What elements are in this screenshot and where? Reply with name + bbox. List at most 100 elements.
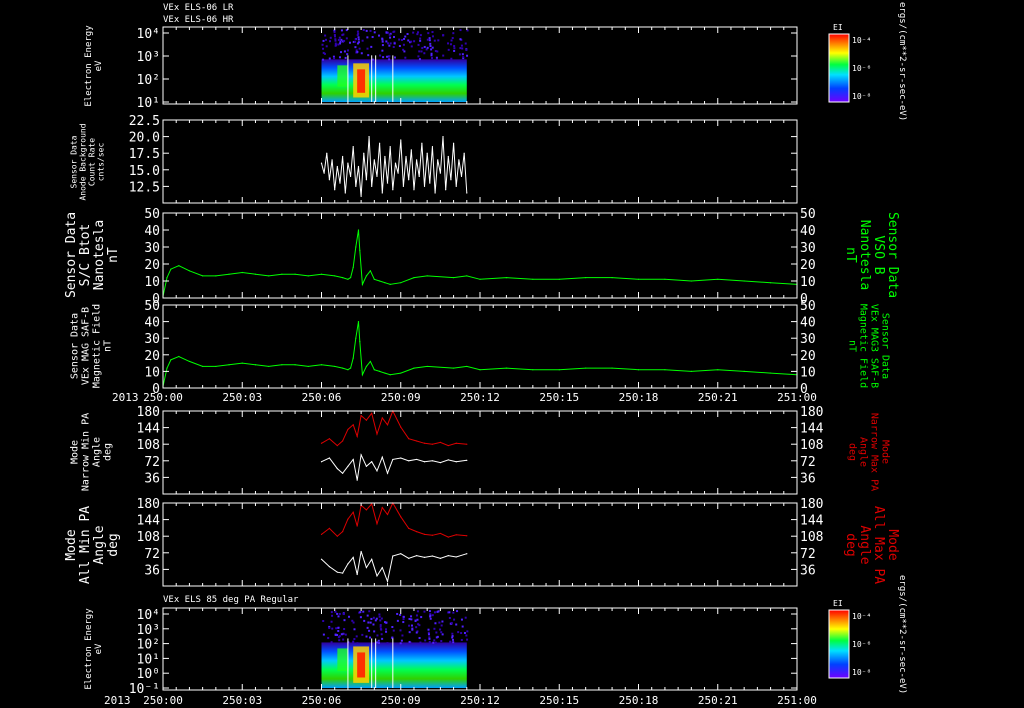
series-point-p6-1-6 xyxy=(356,573,358,576)
series-point-p3-0-32 xyxy=(426,275,428,277)
series-point-p4-0-7 xyxy=(228,364,230,366)
series-point-p2-0-42 xyxy=(431,145,434,148)
series-point-p4-0-42 xyxy=(664,369,666,371)
heatmap-speck-p7-65 xyxy=(448,611,451,614)
heatmap-speck-p1-6 xyxy=(402,43,405,46)
series-point-p6-1-14 xyxy=(400,553,402,555)
series-point-p2-0-47 xyxy=(445,189,447,191)
series-point-p2-0-44 xyxy=(437,159,439,161)
heatmap-speck-p1-67 xyxy=(398,38,401,41)
heatmap-speck-p7-129 xyxy=(330,611,333,614)
series-point-p4-0-20 xyxy=(355,337,357,339)
panel-frame-p5 xyxy=(162,410,798,495)
heatmap-speck-p1-158 xyxy=(334,44,337,47)
y-tick-label-right-p3-2: 30 xyxy=(800,241,816,256)
series-point-p6-0-20 xyxy=(447,536,449,538)
series-point-p5-0-2 xyxy=(336,444,338,447)
heatmap-speck-p7-109 xyxy=(436,635,439,638)
heatmap-speck-p7-62 xyxy=(463,631,466,634)
series-point-p3-0-22 xyxy=(359,249,361,251)
series-point-p2-0-31 xyxy=(402,185,404,187)
series-point-p4-0-36 xyxy=(505,367,508,369)
series-point-p6-0-5 xyxy=(352,511,354,513)
series-point-p4-0-11 xyxy=(281,364,283,366)
series-point-p3-0-19 xyxy=(352,266,354,268)
series-point-p5-0-1 xyxy=(328,438,331,440)
series-point-p6-1-7 xyxy=(360,550,362,553)
y-tick-label-p7-4: 10⁰ xyxy=(137,667,160,682)
heatmap-speck-p1-107 xyxy=(417,43,420,46)
heatmap-speck-p7-50 xyxy=(423,610,426,613)
heatmap-speck-p1-41 xyxy=(392,30,395,33)
series-point-p4-0-14 xyxy=(320,364,323,366)
heatmap-speck-p1-82 xyxy=(371,36,374,39)
heatmap-speck-p7-149 xyxy=(380,617,383,620)
heatmap-speck-p1-73 xyxy=(382,56,385,59)
series-point-p4-0-41 xyxy=(637,369,640,371)
series-point-p6-1-15 xyxy=(408,557,410,559)
time-tick-bottom-7: 250:21 xyxy=(698,694,738,707)
series-point-p2-0-14 xyxy=(357,165,360,168)
heatmap-speck-p7-141 xyxy=(415,631,418,634)
series-point-p3-0-13 xyxy=(307,275,309,277)
heatmap-speck-p1-153 xyxy=(447,48,450,51)
ylabel-p4-2: Magnetic Field xyxy=(92,304,103,388)
series-point-p4-0-28 xyxy=(384,372,386,374)
y-tick-label-p4-2: 30 xyxy=(144,332,160,347)
panel-frame-p4 xyxy=(162,304,798,389)
y-tick-label-right-p5-3: 72 xyxy=(800,455,816,470)
series-line-p6-1 xyxy=(321,551,467,584)
heatmap-speck-p1-165 xyxy=(346,49,349,52)
heatmap-speck-p7-49 xyxy=(335,627,338,630)
series-point-p2-0-17 xyxy=(365,179,368,181)
series-point-p2-0-3 xyxy=(328,179,331,181)
heatmap-speck-p7-30 xyxy=(361,633,364,636)
y-tick-label-right-p3-3: 20 xyxy=(800,258,816,273)
heatmap-speck-p1-159 xyxy=(403,50,406,53)
ylabel-right-p5-1: Narrow Max PA xyxy=(869,413,880,491)
y-tick-label-p2-3: 15.0 xyxy=(129,164,160,179)
heatmap-speck-p1-26 xyxy=(430,48,433,51)
series-point-p6-0-11 xyxy=(381,507,383,509)
heatmap-speck-p1-65 xyxy=(465,48,468,51)
series-point-p2-0-23 xyxy=(381,192,383,194)
y-tick-label-p4-1: 40 xyxy=(144,316,160,331)
series-point-p2-0-8 xyxy=(342,155,344,158)
heatmap-speck-p1-116 xyxy=(413,40,416,43)
heatmap-speck-p7-77 xyxy=(355,635,358,638)
heatmap-speck-p1-35 xyxy=(343,50,346,53)
heatmap-speck-p1-114 xyxy=(404,56,407,59)
series-point-p5-0-4 xyxy=(347,428,349,431)
series-line-p5-1 xyxy=(321,453,467,481)
series-point-p4-0-25 xyxy=(369,360,371,363)
heatmap-speck-p1-39 xyxy=(442,54,445,57)
time-tick-mid-2: 250:06 xyxy=(302,391,342,404)
heatmap-speck-p1-179 xyxy=(345,37,348,40)
ylabel-p1-1: eV xyxy=(94,60,104,71)
ylabel-right-p5-0: Mode xyxy=(880,440,891,464)
heatmap-speck-p1-77 xyxy=(429,42,432,45)
series-point-p2-0-41 xyxy=(429,182,431,184)
series-point-p4-0-33 xyxy=(452,367,455,369)
y-tick-label-p5-4: 36 xyxy=(144,471,160,486)
series-line-p5-0 xyxy=(321,409,467,447)
series-point-p6-1-0 xyxy=(320,558,323,560)
series-point-p6-0-6 xyxy=(356,525,358,527)
series-point-p5-1-6 xyxy=(356,479,358,481)
series-point-p6-0-9 xyxy=(371,503,373,505)
heatmap-speck-p7-172 xyxy=(402,615,405,618)
series-point-p3-0-43 xyxy=(690,280,692,282)
heatmap-speck-p7-161 xyxy=(385,630,388,633)
y-tick-label-p1-0: 10⁴ xyxy=(137,27,160,42)
series-point-p6-1-9 xyxy=(371,558,373,560)
time-tick-bottom-5: 250:15 xyxy=(539,694,579,707)
series-point-p4-0-4 xyxy=(188,360,191,363)
ylabel-p3-1: S/C Btot xyxy=(78,224,93,287)
series-point-p3-0-21 xyxy=(357,229,360,231)
heatmap-speck-p7-31 xyxy=(431,614,434,617)
y-tick-label-right-p6-3: 72 xyxy=(800,547,816,562)
heatmap-speck-p1-175 xyxy=(435,59,438,62)
heatmap-speck-p1-135 xyxy=(362,29,365,32)
series-point-p6-1-12 xyxy=(386,580,389,582)
ylabel-right-p6-0: Mode xyxy=(885,529,900,560)
